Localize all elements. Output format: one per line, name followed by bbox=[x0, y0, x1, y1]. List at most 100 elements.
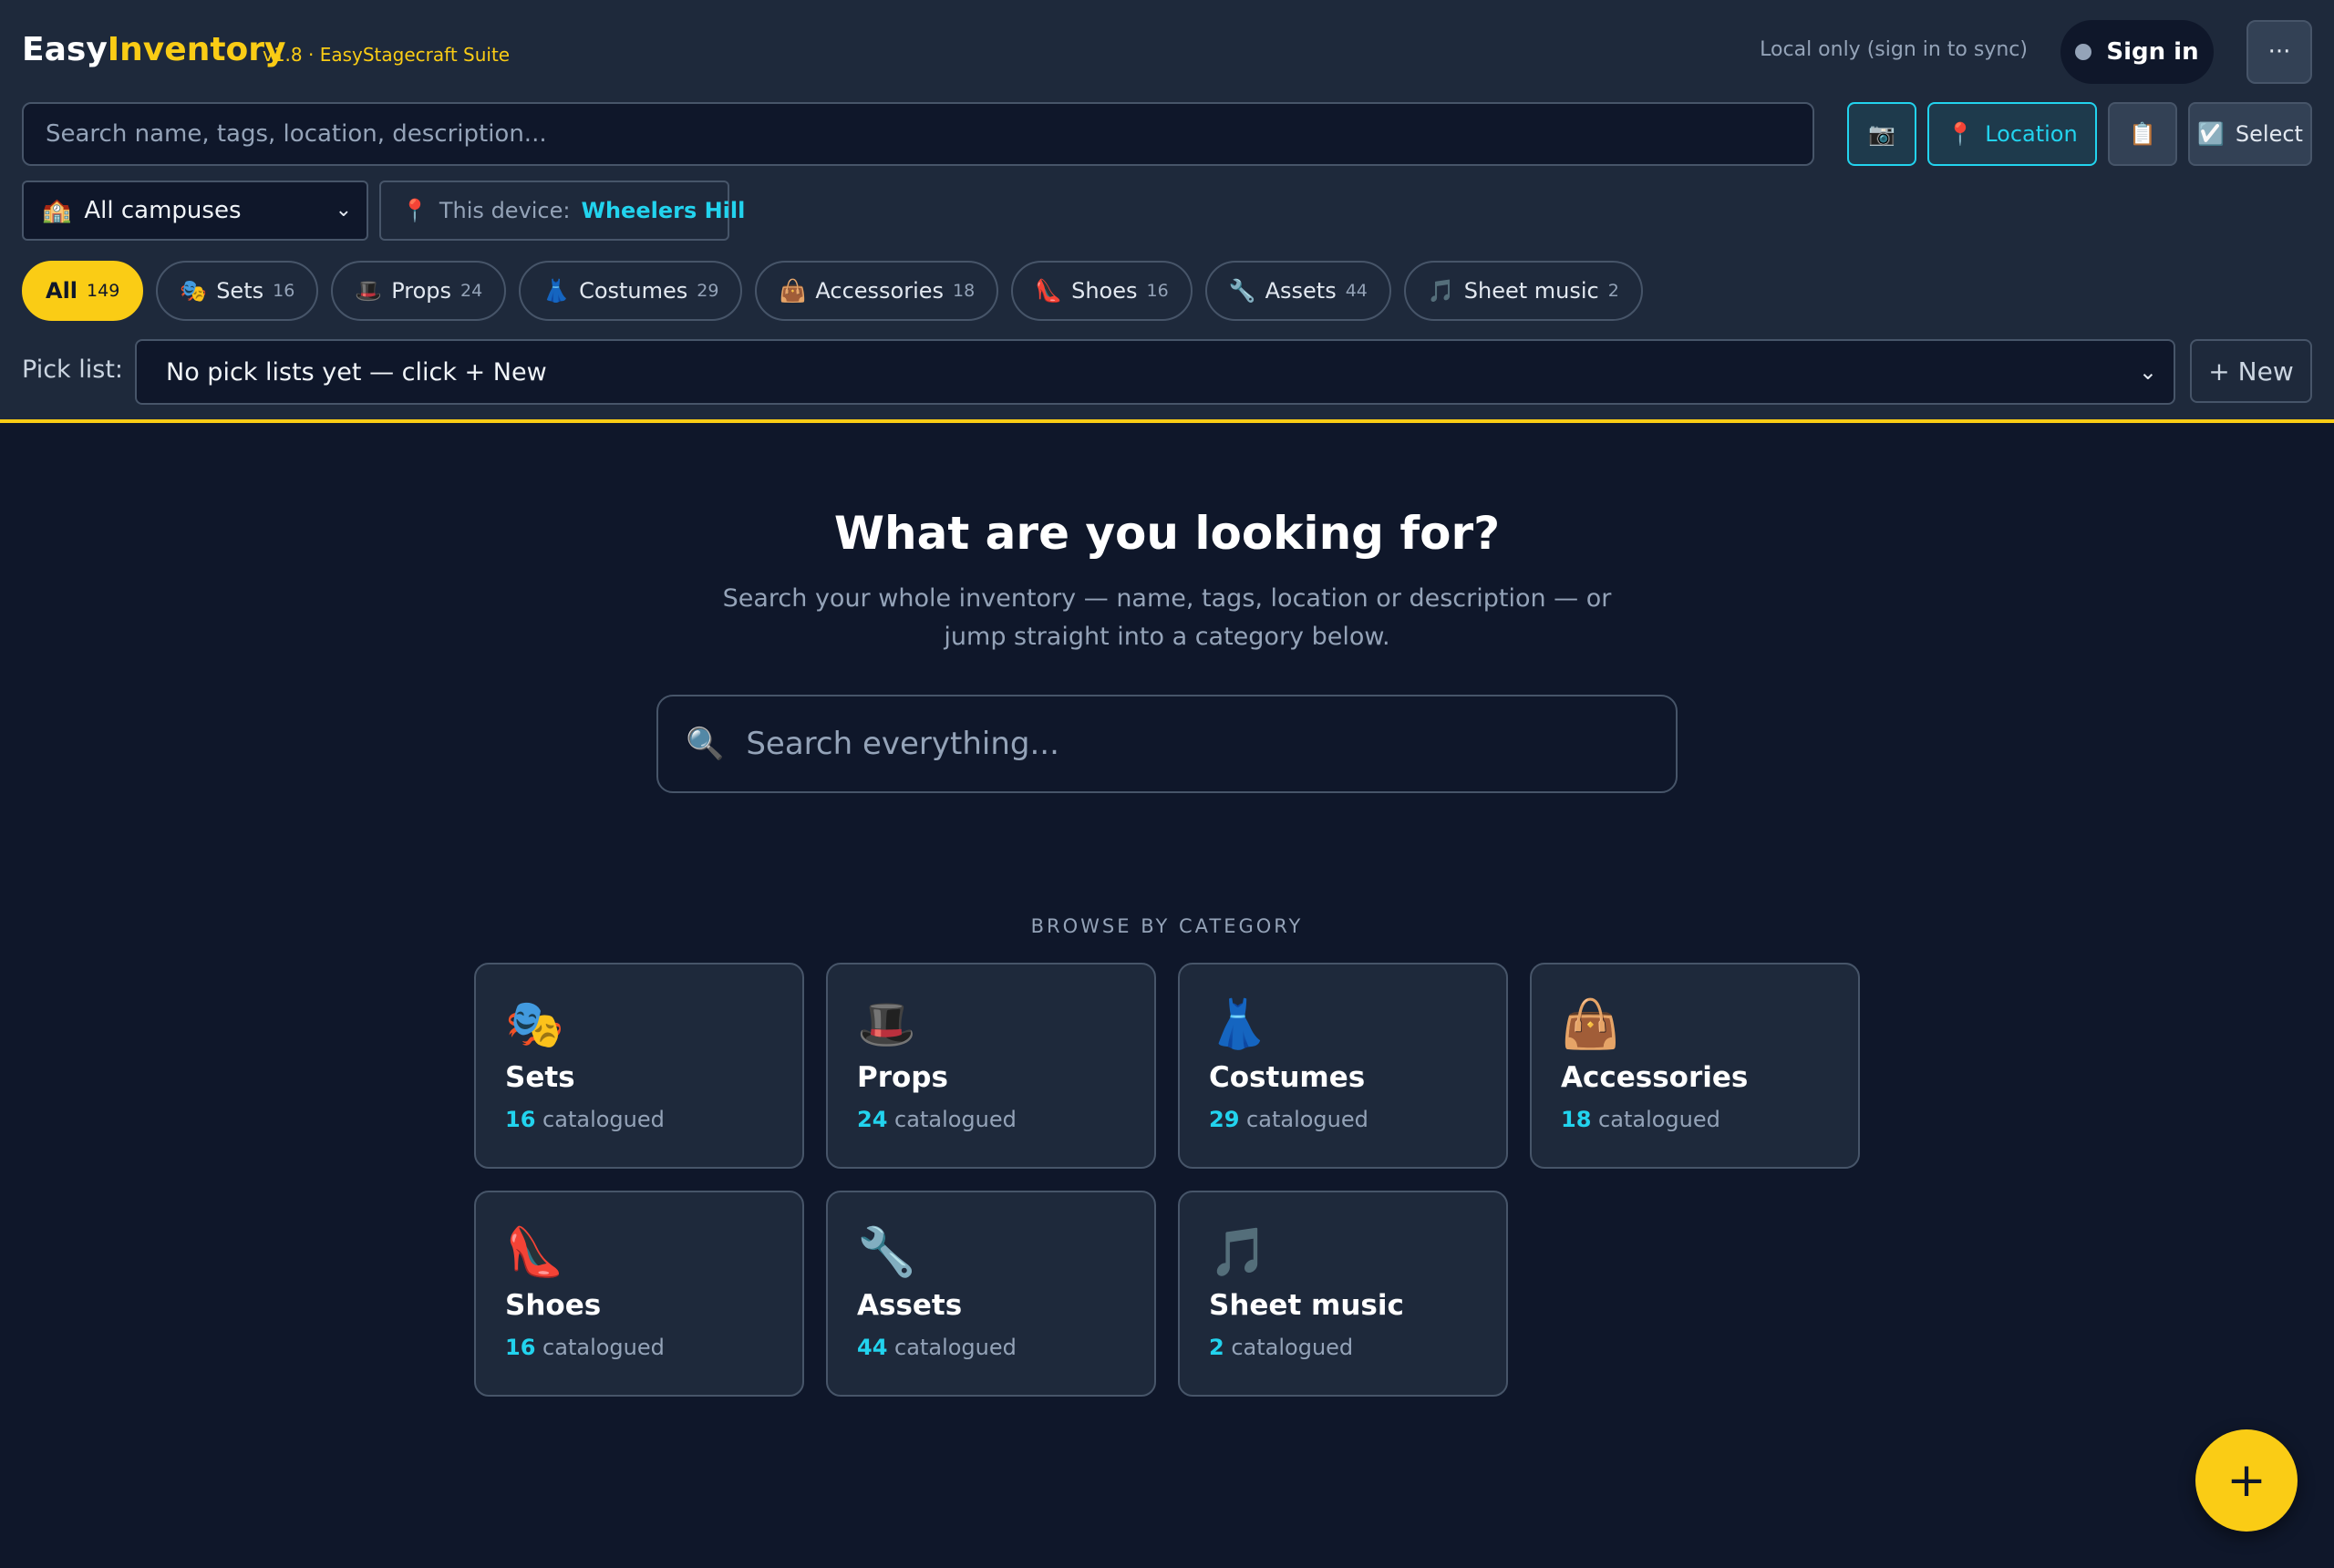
browse-heading: BROWSE BY CATEGORY bbox=[1030, 915, 1304, 937]
card-title: Costumes bbox=[1209, 1061, 1366, 1094]
app-version: v1.8 · EasyStagecraft Suite bbox=[263, 44, 511, 66]
chip-count: 149 bbox=[87, 281, 120, 301]
status-dot-icon bbox=[2075, 44, 2092, 60]
chip-count: 16 bbox=[273, 281, 295, 301]
hero-search-box[interactable]: 🔍 bbox=[656, 695, 1678, 793]
camera-scan-button[interactable]: 📷 bbox=[1847, 102, 1916, 166]
count-suffix: catalogued bbox=[894, 1335, 1017, 1360]
chip-all[interactable]: All 149 bbox=[22, 261, 144, 321]
top-bar: EasyInventory v1.8 · EasyStagecraft Suit… bbox=[22, 18, 2312, 84]
location-button[interactable]: 📍 Location bbox=[1927, 102, 2097, 166]
category-card-props[interactable]: 🎩 Props 24 catalogued bbox=[826, 963, 1156, 1169]
hero-search-input[interactable] bbox=[746, 726, 1648, 762]
pick-list-select[interactable]: No pick lists yet — click + New ⌄ bbox=[135, 339, 2175, 405]
clipboard-button[interactable]: 📋 bbox=[2108, 102, 2177, 166]
sign-in-button[interactable]: Sign in bbox=[2060, 20, 2214, 84]
high-heel-icon: 👠 bbox=[1035, 278, 1063, 304]
card-count: 24 catalogued bbox=[857, 1107, 1125, 1132]
dress-icon: 👗 bbox=[542, 278, 571, 304]
app-logo: EasyInventory bbox=[22, 31, 285, 68]
music-note-icon: 🎵 bbox=[1209, 1225, 1268, 1280]
count-number: 16 bbox=[505, 1335, 536, 1360]
music-note-icon: 🎵 bbox=[1427, 278, 1455, 304]
count-number: 16 bbox=[505, 1107, 536, 1132]
card-count: 16 catalogued bbox=[505, 1107, 773, 1132]
more-menu-button[interactable]: ··· bbox=[2246, 20, 2312, 84]
category-card-costumes[interactable]: 👗 Costumes 29 catalogued bbox=[1178, 963, 1508, 1169]
camera-icon: 📷 bbox=[1868, 121, 1895, 147]
wrench-icon: 🔧 bbox=[1228, 278, 1256, 304]
device-location-chip[interactable]: 📍 This device: Wheelers Hill bbox=[379, 181, 745, 241]
card-title: Accessories bbox=[1561, 1061, 1749, 1094]
category-card-shoes[interactable]: 👠 Shoes 16 catalogued bbox=[474, 1191, 804, 1397]
campus-select[interactable]: 🏫 All campuses ⌄ bbox=[22, 181, 368, 241]
hero-subtitle: Search your whole inventory — name, tags… bbox=[722, 584, 1612, 651]
device-prefix: This device: bbox=[439, 198, 571, 223]
chip-count: 18 bbox=[953, 281, 976, 301]
card-title: Shoes bbox=[505, 1289, 602, 1322]
count-suffix: catalogued bbox=[542, 1335, 665, 1360]
clipboard-icon: 📋 bbox=[2129, 121, 2156, 147]
count-suffix: catalogued bbox=[542, 1107, 665, 1132]
app-name-part1: Easy bbox=[22, 31, 108, 68]
chip-accessories[interactable]: 👜 Accessories 18 bbox=[755, 261, 999, 321]
chip-label: Accessories bbox=[815, 278, 945, 304]
chip-assets[interactable]: 🔧 Assets 44 bbox=[1204, 261, 1391, 321]
card-count: 2 catalogued bbox=[1209, 1335, 1477, 1360]
count-suffix: catalogued bbox=[1246, 1107, 1368, 1132]
theater-masks-icon: 🎭 bbox=[505, 997, 564, 1052]
chip-costumes[interactable]: 👗 Costumes 29 bbox=[519, 261, 743, 321]
select-label: Select bbox=[2235, 121, 2303, 147]
chip-count: 29 bbox=[697, 281, 719, 301]
category-card-accessories[interactable]: 👜 Accessories 18 catalogued bbox=[1530, 963, 1860, 1169]
chip-sheet-music[interactable]: 🎵 Sheet music 2 bbox=[1403, 261, 1643, 321]
top-hat-icon: 🎩 bbox=[355, 278, 383, 304]
count-number: 29 bbox=[1209, 1107, 1240, 1132]
count-number: 2 bbox=[1209, 1335, 1224, 1360]
pick-list-value: No pick lists yet — click + New bbox=[166, 357, 547, 387]
dress-icon: 👗 bbox=[1209, 997, 1268, 1052]
handbag-icon: 👜 bbox=[1561, 997, 1620, 1052]
high-heel-icon: 👠 bbox=[505, 1225, 564, 1280]
chip-label: Sets bbox=[216, 278, 264, 304]
chevron-down-icon: ⌄ bbox=[2138, 359, 2157, 385]
search-icon: 🔍 bbox=[686, 726, 725, 762]
card-title: Assets bbox=[857, 1289, 963, 1322]
device-name: Wheelers Hill bbox=[581, 198, 746, 223]
location-label: Location bbox=[1985, 121, 2078, 147]
chevron-down-icon: ⌄ bbox=[335, 199, 352, 222]
more-icon: ··· bbox=[2267, 38, 2291, 66]
chip-shoes[interactable]: 👠 Shoes 16 bbox=[1011, 261, 1193, 321]
chip-label: Props bbox=[391, 278, 451, 304]
count-number: 18 bbox=[1561, 1107, 1592, 1132]
chip-label: Costumes bbox=[579, 278, 688, 304]
location-pin-icon: 📍 bbox=[1947, 121, 1975, 147]
chip-props[interactable]: 🎩 Props 24 bbox=[331, 261, 507, 321]
pick-list-row: Pick list: No pick lists yet — click + N… bbox=[22, 339, 2312, 405]
count-suffix: catalogued bbox=[1598, 1107, 1720, 1132]
chip-sets[interactable]: 🎭 Sets 16 bbox=[156, 261, 319, 321]
count-number: 44 bbox=[857, 1335, 888, 1360]
app-header: EasyInventory v1.8 · EasyStagecraft Suit… bbox=[0, 0, 2334, 423]
category-card-sets[interactable]: 🎭 Sets 16 catalogued bbox=[474, 963, 804, 1169]
new-pick-list-button[interactable]: + New bbox=[2190, 339, 2312, 403]
select-button[interactable]: ☑️ Select bbox=[2188, 102, 2312, 166]
category-chips: All 149 🎭 Sets 16 🎩 Props 24 👗 Costumes … bbox=[22, 261, 1643, 321]
wrench-icon: 🔧 bbox=[857, 1225, 916, 1280]
card-count: 18 catalogued bbox=[1561, 1107, 1829, 1132]
search-input[interactable] bbox=[22, 102, 1814, 166]
pick-list-label: Pick list: bbox=[22, 356, 124, 384]
card-count: 29 catalogued bbox=[1209, 1107, 1477, 1132]
count-suffix: catalogued bbox=[1231, 1335, 1354, 1360]
count-suffix: catalogued bbox=[894, 1107, 1017, 1132]
chip-count: 24 bbox=[460, 281, 483, 301]
category-card-assets[interactable]: 🔧 Assets 44 catalogued bbox=[826, 1191, 1156, 1397]
search-toolbar: 📷 📍 Location 📋 ☑️ Select bbox=[22, 102, 2312, 166]
category-card-sheet-music[interactable]: 🎵 Sheet music 2 catalogued bbox=[1178, 1191, 1508, 1397]
sign-in-label: Sign in bbox=[2106, 38, 2199, 66]
sync-status: Local only (sign in to sync) bbox=[1760, 38, 2028, 61]
top-hat-icon: 🎩 bbox=[857, 997, 916, 1052]
count-number: 24 bbox=[857, 1107, 888, 1132]
add-item-button[interactable]: + bbox=[2195, 1429, 2298, 1532]
hero-title: What are you looking for? bbox=[833, 507, 1501, 560]
